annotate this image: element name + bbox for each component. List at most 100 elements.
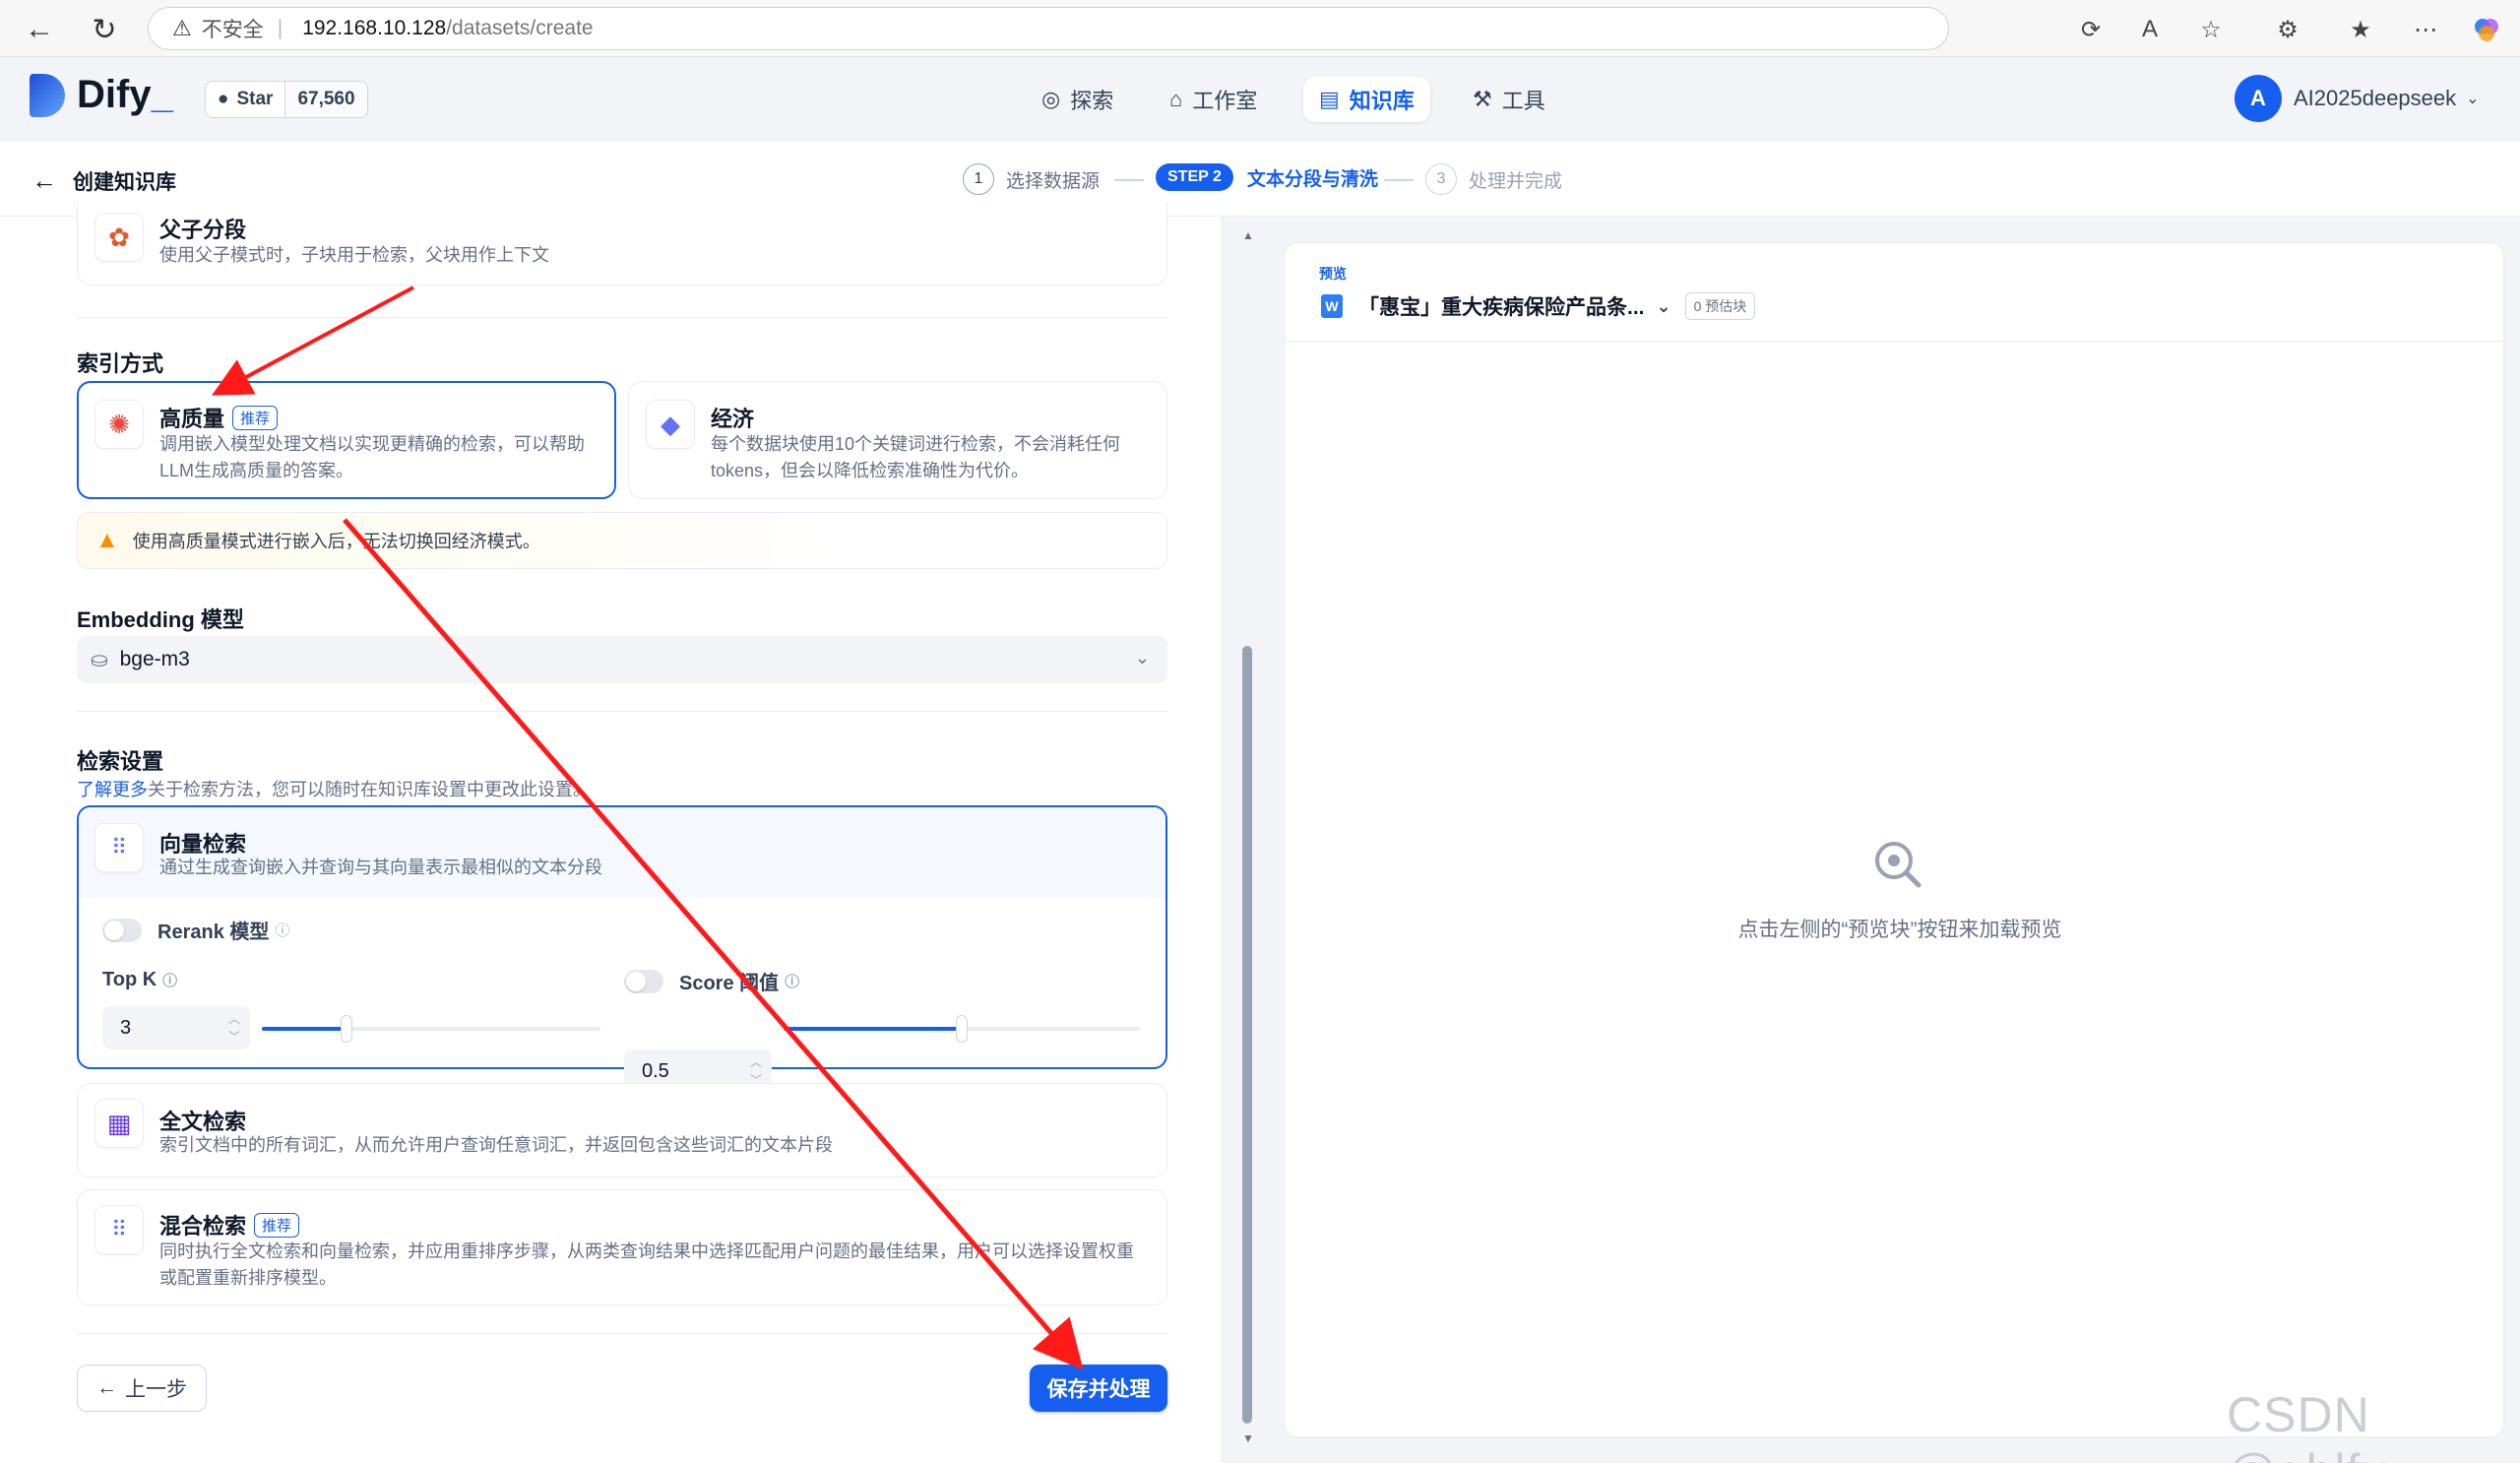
score-label-row: Score 阈值 ⓘ (624, 967, 799, 995)
scroll-up-icon[interactable]: ▲ (1242, 228, 1254, 242)
warning-icon: ⚠ (172, 16, 192, 40)
user-menu[interactable]: A AI2025deepseek ⌄ (2235, 75, 2480, 122)
high-quality-icon: ✺ (94, 400, 144, 449)
github-star-label: Star (236, 89, 274, 109)
logo-text: Dify (77, 73, 152, 116)
browser-refresh-icon[interactable]: ↻ (83, 8, 126, 51)
robot-icon: ⌂ (1169, 87, 1183, 111)
score-threshold-toggle[interactable] (624, 969, 663, 993)
help-icon[interactable]: ⓘ (785, 971, 799, 991)
watermark: CSDN @gblfy (2227, 1387, 2385, 1463)
rerank-label: Rerank 模型 (158, 922, 270, 943)
stepper-icon[interactable]: ︿ ﹀ (228, 1010, 240, 1046)
extensions-icon[interactable]: ⚙ (2270, 12, 2305, 47)
embedding-model-select[interactable]: ⛀ bge-m3 ⌄ (77, 636, 1167, 683)
high-quality-desc: 调用嵌入模型处理文档以实现更精确的检索，可以帮助LLM生成高质量的答案。 (159, 434, 585, 480)
divider (77, 711, 1167, 712)
nav-knowledge[interactable]: ▤ 知识库 (1303, 77, 1430, 122)
browser-back-icon[interactable]: ← (18, 8, 61, 51)
topk-label-row: Top K ⓘ (102, 969, 177, 991)
avatar: A (2235, 75, 2282, 122)
step-3: 3 处理并完成 (1425, 163, 1562, 195)
grid-icon: ⠿ (94, 1205, 144, 1254)
arrow-left-icon: ← (32, 165, 57, 195)
divider (77, 317, 1167, 318)
topk-input[interactable]: 3 ︿ ﹀ (102, 1006, 250, 1050)
github-icon: ● (218, 89, 229, 109)
preview-file-select[interactable]: W 「惠宝」重大疾病保险产品条... ⌄ 0 预估块 (1321, 291, 1756, 321)
vector-search-desc: 通过生成查询嵌入并查询与其向量表示最相似的文本分段 (159, 858, 602, 877)
step-connector (1114, 179, 1144, 181)
economy-title: 经济 (711, 407, 755, 431)
retrieval-title: 检索设置 (77, 749, 164, 774)
step-2: STEP 2 文本分段与清洗 (1156, 163, 1378, 191)
more-menu-icon[interactable]: ⋯ (2408, 12, 2443, 47)
nav-explore[interactable]: ◎ 探索 (1026, 77, 1129, 122)
favorite-star-icon[interactable]: ☆ (2193, 12, 2229, 47)
piggy-bank-icon: ◆ (646, 400, 695, 449)
embedding-model-value: bge-m3 (119, 648, 190, 670)
chevron-down-icon: ⌄ (1656, 295, 1671, 316)
score-slider[interactable] (784, 1015, 1140, 1043)
url-path: /datasets/create (446, 17, 594, 39)
index-warning: ▲ 使用高质量模式进行嵌入后，无法切换回经济模式。 (77, 512, 1167, 569)
book-icon: ▤ (1319, 87, 1340, 111)
recommended-tag: 推荐 (254, 1213, 300, 1238)
dify-logo[interactable]: Dify _ (30, 73, 173, 117)
high-quality-title: 高质量 推荐 (159, 402, 279, 433)
step-1: 1 选择数据源 (963, 163, 1100, 195)
prev-step-button[interactable]: ← 上一步 (77, 1365, 207, 1412)
search-preview-icon (1870, 837, 1925, 892)
dify-logo-mark (30, 73, 65, 117)
parent-child-desc: 使用父子模式时，子块用于检索，父块用作上下文 (159, 245, 549, 265)
compass-icon: ◎ (1041, 87, 1061, 111)
rerank-row: Rerank 模型 ⓘ (102, 916, 289, 944)
arrow-left-icon: ← (96, 1376, 117, 1399)
translate-icon[interactable]: ⟳ (2073, 12, 2109, 47)
hybrid-desc: 同时执行全文检索和向量检索，并应用重排序步骤，从两类查询结果中选择匹配用户问题的… (159, 1241, 1134, 1288)
topk-slider[interactable] (262, 1015, 600, 1043)
grid-icon: ⠿ (94, 823, 144, 872)
copilot-icon[interactable] (2469, 12, 2504, 47)
score-slider-thumb[interactable] (956, 1015, 968, 1043)
hybrid-title: 混合检索 推荐 (159, 1209, 300, 1240)
fulltext-desc: 索引文档中的所有词汇，从而允许用户查询任意词汇，并返回包含这些词汇的文本片段 (159, 1135, 833, 1155)
back-to-knowledge-button[interactable]: ← 创建知识库 (32, 165, 176, 196)
chevron-down-icon: ⌄ (2466, 91, 2480, 107)
save-and-process-button[interactable]: 保存并处理 (1030, 1365, 1167, 1412)
learn-more-link[interactable]: 了解更多 (77, 780, 148, 799)
score-value: 0.5 (642, 1059, 669, 1082)
tool-icon: ⚒ (1473, 87, 1492, 111)
retrieval-desc: 了解更多关于检索方法，您可以随时在知识库设置中更改此设置。 (77, 780, 591, 799)
file-search-icon: ▦ (94, 1099, 144, 1148)
divider (1285, 341, 2503, 342)
nav-studio[interactable]: ⌂ 工作室 (1154, 77, 1273, 122)
scroll-down-icon[interactable]: ▼ (1242, 1431, 1254, 1445)
warning-text: 使用高质量模式进行嵌入后，无法切换回经济模式。 (132, 532, 540, 551)
help-icon[interactable]: ⓘ (162, 970, 177, 990)
topk-value: 3 (120, 1016, 132, 1039)
topk-label: Top K (102, 969, 158, 990)
topk-slider-thumb[interactable] (341, 1015, 352, 1043)
index-method-title: 索引方式 (77, 351, 164, 376)
read-aloud-icon[interactable]: A (2132, 12, 2168, 47)
word-document-icon: W (1321, 294, 1343, 318)
nav-tools[interactable]: ⚒ 工具 (1457, 77, 1561, 122)
url-host: 192.168.10.128 (302, 17, 447, 39)
estimate-badge: 0 预估块 (1684, 292, 1756, 320)
github-star-count: 67,560 (284, 82, 367, 117)
logo-cursor: _ (151, 73, 173, 116)
rerank-toggle[interactable] (102, 918, 142, 942)
address-bar[interactable]: ⚠ 不安全 | 192.168.10.128/datasets/create (148, 7, 1949, 50)
favorites-icon[interactable]: ★ (2343, 12, 2378, 47)
economy-desc: 每个数据块使用10个关键词进行检索，不会消耗任何 tokens，但会以降低检索准… (711, 434, 1121, 480)
model-icon: ⛀ (91, 648, 108, 671)
github-star-button[interactable]: ● Star 67,560 (205, 81, 368, 118)
help-icon[interactable]: ⓘ (275, 920, 289, 940)
chevron-down-icon: ⌄ (1134, 648, 1150, 668)
divider (77, 1333, 1167, 1334)
recommended-tag: 推荐 (232, 406, 279, 430)
scrollbar-thumb[interactable] (1242, 646, 1252, 1424)
step-connector (1384, 179, 1414, 181)
preview-file-name: 「惠宝」重大疾病保险产品条... (1358, 296, 1645, 319)
